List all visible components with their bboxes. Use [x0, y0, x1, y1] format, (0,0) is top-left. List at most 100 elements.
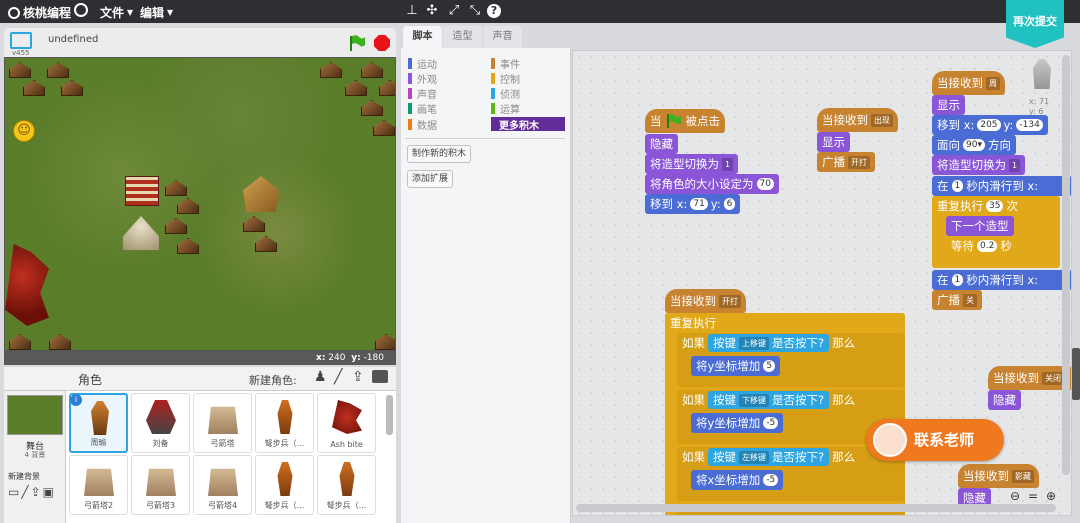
switch-costume-block[interactable]: 将造型切换为 1	[932, 155, 1026, 175]
costume-dropdown[interactable]: 1	[1009, 158, 1021, 172]
smiley-sprite[interactable]: ☺	[13, 120, 35, 142]
grow-icon[interactable]: ⤢	[446, 3, 462, 19]
goto-xy-block[interactable]: 移到 x: 71 y: 6	[645, 194, 741, 214]
info-icon[interactable]: i	[70, 394, 82, 406]
hide-block[interactable]: 隐藏	[988, 390, 1021, 410]
menu-file[interactable]: 文件 ▼	[100, 4, 133, 21]
goto-xy-block[interactable]: 移到 x: 205 y: -134	[932, 115, 1048, 135]
repeat-header[interactable]: 重复执行 35 次	[932, 196, 1023, 216]
shrine-sprite[interactable]	[125, 176, 159, 206]
if-header[interactable]: 如果 按键 下移键 是否按下? 那么	[677, 390, 860, 410]
point-direction-block[interactable]: 面向 90▾ 方向	[932, 135, 1016, 155]
key-pressed-block[interactable]: 按键 下移键 是否按下?	[708, 391, 830, 409]
when-receive-block[interactable]: 当接收到 出现	[817, 108, 898, 132]
glide-block[interactable]: 在 1 秒内滑行到 x:	[932, 176, 1071, 196]
next-costume-block[interactable]: 下一个造型	[946, 216, 1014, 236]
sprite-library-icon[interactable]: ♟	[314, 369, 327, 385]
if-header[interactable]: 如果 按键 上移键 是否按下? 那么	[677, 333, 860, 353]
hide-block[interactable]: 隐藏	[645, 134, 678, 154]
change-input[interactable]: -5	[763, 474, 779, 486]
message-dropdown[interactable]: 开打	[719, 294, 741, 308]
contact-teacher-button[interactable]: 联系老师	[866, 419, 1004, 461]
change-input[interactable]: 5	[763, 360, 776, 372]
paint-brush-icon[interactable]: ╱	[334, 369, 342, 385]
stage-thumbnail-panel[interactable]: 舞台 4 背景 新建背景 ▭╱⇪▣	[4, 391, 66, 523]
key-dropdown[interactable]: 下移键	[739, 393, 769, 407]
key-dropdown[interactable]: 上移键	[739, 336, 769, 350]
repeat-count-input[interactable]: 35	[986, 200, 1004, 212]
zoom-in-icon[interactable]: ⊕	[1044, 489, 1058, 503]
change-x-block[interactable]: 将x坐标增加 -5	[691, 470, 784, 490]
tab-costumes[interactable]: 造型	[443, 26, 482, 48]
message-dropdown[interactable]: 开打	[848, 155, 870, 169]
broadcast-block[interactable]: 广播 开打	[817, 152, 875, 172]
zoom-reset-icon[interactable]: =	[1026, 489, 1040, 503]
republish-button[interactable]: 再次提交	[1006, 0, 1064, 48]
backdrop-tools-icon[interactable]: ▭╱⇪▣	[8, 485, 56, 499]
key-dropdown[interactable]: 左移键	[739, 450, 769, 464]
menu-edit[interactable]: 编辑 ▼	[140, 4, 173, 21]
sprite-item[interactable]: 弓箭塔2	[69, 455, 128, 515]
message-dropdown[interactable]: 影藏	[1012, 469, 1034, 483]
category-operators[interactable]: 运算	[491, 101, 520, 116]
upload-icon[interactable]: ⇪	[352, 369, 364, 385]
side-handle[interactable]	[1072, 348, 1080, 400]
tab-scripts[interactable]: 脚本	[403, 26, 442, 48]
zoom-out-icon[interactable]: ⊖	[1008, 489, 1022, 503]
duplicate-stamp-icon[interactable]: ⊥	[404, 3, 420, 19]
stop-icon[interactable]	[374, 35, 390, 51]
globe-icon[interactable]	[74, 3, 88, 17]
sprite-item[interactable]: i 周瑜	[69, 393, 128, 453]
when-receive-block[interactable]: 当接收到 关闭	[988, 366, 1071, 390]
show-block[interactable]: 显示	[817, 132, 850, 152]
show-block[interactable]: 显示	[932, 95, 965, 115]
sprite-item[interactable]: 弩步兵（...	[255, 455, 314, 515]
category-looks[interactable]: 外观	[408, 71, 437, 86]
category-data[interactable]: 数据	[408, 117, 437, 132]
key-pressed-block[interactable]: 按键 左移键 是否按下?	[708, 448, 830, 466]
seconds-input[interactable]: 1	[951, 274, 964, 286]
sprite-item[interactable]: 弓箭塔3	[131, 455, 190, 515]
set-size-block[interactable]: 将角色的大小设定为 70	[645, 174, 779, 194]
sprite-item[interactable]: 弓箭塔4	[193, 455, 252, 515]
when-flag-clicked-block[interactable]: 当 被点击	[645, 109, 725, 133]
category-events[interactable]: 事件	[491, 56, 520, 71]
sprite-item[interactable]: 弓箭塔	[193, 393, 252, 453]
x-input[interactable]: 71	[690, 198, 708, 210]
y-input[interactable]: 6	[723, 198, 736, 210]
help-icon[interactable]: ?	[487, 4, 501, 18]
stage-canvas[interactable]: ☺	[4, 57, 396, 351]
script-vertical-scrollbar[interactable]	[1062, 55, 1070, 475]
y-input[interactable]: -134	[1016, 119, 1043, 131]
change-y-block[interactable]: 将y坐标增加 5	[691, 356, 781, 376]
sprite-item[interactable]: 弩步兵（...	[317, 455, 376, 515]
sprite-item[interactable]: 刘备	[131, 393, 190, 453]
size-input[interactable]: 70	[756, 178, 774, 190]
fullscreen-icon[interactable]	[10, 32, 32, 49]
if-header[interactable]: 如果 按键 左移键 是否按下? 那么	[677, 447, 860, 467]
delete-scissors-icon[interactable]: ✣	[424, 3, 440, 19]
glide-block[interactable]: 在 1 秒内滑行到 x:	[932, 270, 1071, 290]
x-input[interactable]: 205	[977, 119, 1001, 131]
costume-dropdown[interactable]: 1	[722, 157, 734, 171]
category-sound[interactable]: 声音	[408, 86, 437, 101]
add-extension-button[interactable]: 添加扩展	[407, 170, 454, 188]
wait-block[interactable]: 等待 0.2 秒	[946, 236, 1017, 256]
script-horizontal-scrollbar[interactable]	[576, 504, 1056, 512]
forever-header[interactable]: 重复执行	[665, 313, 721, 333]
switch-costume-block[interactable]: 将造型切换为 1	[645, 154, 739, 174]
category-sensing[interactable]: 侦测	[491, 86, 520, 101]
make-block-button[interactable]: 制作新的积木	[407, 145, 472, 163]
category-control[interactable]: 控制	[491, 71, 520, 86]
message-dropdown[interactable]: 出现	[871, 113, 893, 127]
sprite-scrollbar[interactable]	[386, 395, 393, 435]
when-receive-block[interactable]: 当接收到 开打	[665, 289, 746, 313]
message-dropdown[interactable]: 关闭	[1042, 371, 1064, 385]
category-more-blocks[interactable]: 更多积木	[491, 117, 565, 132]
logo[interactable]: 核桃编程	[8, 4, 71, 21]
wait-input[interactable]: 0.2	[977, 240, 998, 252]
message-dropdown[interactable]: 周	[986, 76, 1000, 90]
project-title[interactable]: undefined	[48, 34, 98, 45]
stage-thumbnail[interactable]	[7, 395, 63, 435]
category-pen[interactable]: 画笔	[408, 101, 437, 116]
